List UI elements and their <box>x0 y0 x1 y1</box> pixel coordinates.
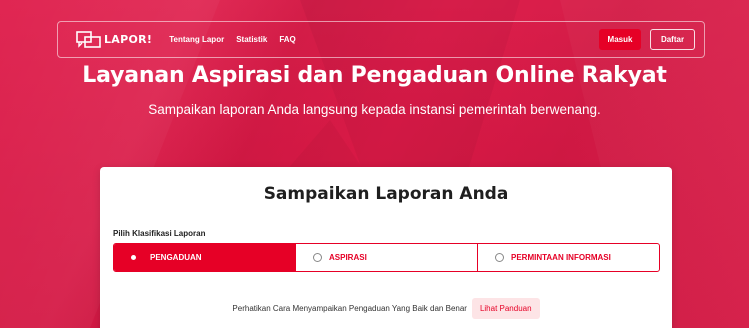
logo-text: LAPOR! <box>104 33 153 46</box>
selected-dot-icon <box>131 255 136 260</box>
option-pengaduan[interactable]: PENGADUAN <box>114 244 295 271</box>
option-permintaan-informasi[interactable]: PERMINTAAN INFORMASI <box>477 244 659 271</box>
nav-link-statistik[interactable]: Statistik <box>236 35 267 44</box>
classification-options: PENGADUAN ASPIRASI PERMINTAAN INFORMASI <box>113 243 660 272</box>
form-title: Sampaikan Laporan Anda <box>263 184 509 204</box>
nav-links: Tentang Lapor Statistik FAQ <box>169 35 308 44</box>
radio-icon <box>313 253 322 262</box>
hero-section: LAPOR! Tentang Lapor Statistik FAQ Masuk… <box>0 0 749 328</box>
option-label: PENGADUAN <box>150 253 202 262</box>
navbar: LAPOR! Tentang Lapor Statistik FAQ Masuk… <box>57 21 705 58</box>
hero-title: Layanan Aspirasi dan Pengaduan Online Ra… <box>82 63 667 88</box>
view-guide-button[interactable]: Lihat Panduan <box>471 298 540 319</box>
logo-icon <box>76 30 101 48</box>
nav-link-faq[interactable]: FAQ <box>279 35 295 44</box>
report-form-card: Sampaikan Laporan Anda Pilih Klasifikasi… <box>100 167 672 328</box>
option-label: PERMINTAAN INFORMASI <box>511 253 611 262</box>
nav-link-tentang[interactable]: Tentang Lapor <box>169 35 224 44</box>
guide-row: Perhatikan Cara Menyampaikan Pengaduan Y… <box>100 298 672 319</box>
register-button[interactable]: Daftar <box>650 29 695 50</box>
login-button[interactable]: Masuk <box>599 29 641 50</box>
radio-icon <box>495 253 504 262</box>
classification-label: Pilih Klasifikasi Laporan <box>113 229 206 238</box>
option-aspirasi[interactable]: ASPIRASI <box>295 244 477 271</box>
hero-subtitle: Sampaikan laporan Anda langsung kepada i… <box>148 102 601 117</box>
auth-buttons: Masuk Daftar <box>599 29 695 50</box>
guide-text: Perhatikan Cara Menyampaikan Pengaduan Y… <box>232 304 467 313</box>
logo[interactable]: LAPOR! <box>76 30 153 49</box>
option-label: ASPIRASI <box>329 253 367 262</box>
